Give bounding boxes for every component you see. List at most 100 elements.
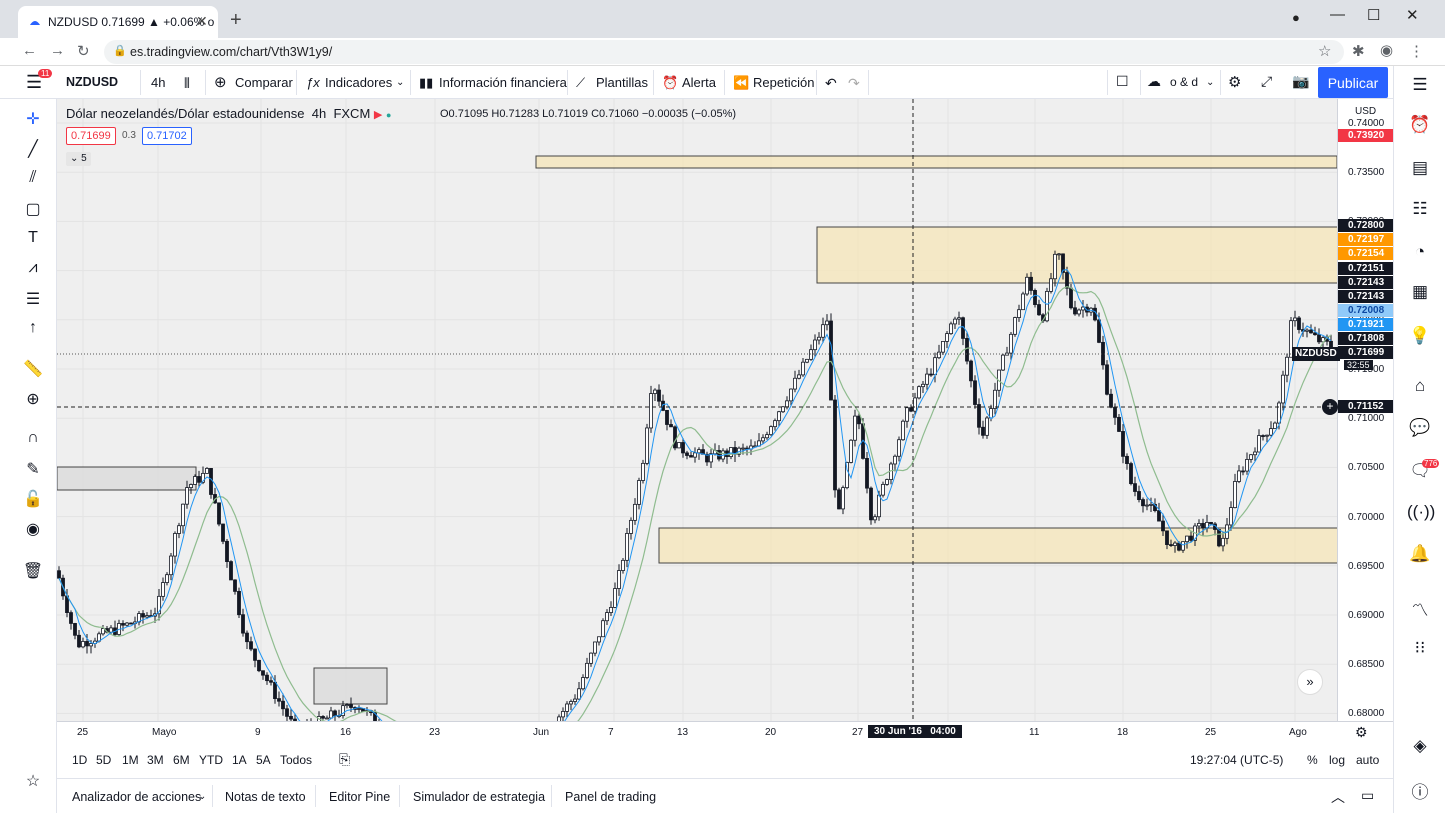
templates-button[interactable]: Plantillas (596, 75, 648, 90)
scroll-to-realtime-button[interactable]: » (1297, 669, 1323, 695)
time-axis[interactable]: 25Mayo91623Jun71320274111825Ago 30 Jun '… (57, 721, 1393, 743)
rectangle-icon[interactable]: ▢ (22, 199, 44, 221)
range-button[interactable]: 1D (72, 753, 87, 767)
trend-line-icon[interactable]: ╱ (22, 139, 44, 161)
financials-button[interactable]: Información financiera (439, 75, 567, 90)
chart-pane[interactable]: » (57, 99, 1337, 721)
time-tick-label: 23 (429, 727, 441, 738)
range-button[interactable]: 6M (173, 753, 190, 767)
bookmark-star-icon[interactable]: ☆ (1318, 42, 1331, 60)
candle (613, 588, 617, 608)
ideas-lightbulb-icon[interactable]: 💡 (1407, 326, 1433, 352)
redo-icon[interactable]: ↷ (848, 75, 860, 92)
axis-settings-gear-icon[interactable]: ⚙ (1355, 724, 1368, 741)
broadcast-icon[interactable]: ((·)) (1407, 502, 1435, 528)
range-button[interactable]: 1A (232, 753, 247, 767)
chevron-up-icon[interactable]: ︿ (1331, 787, 1345, 807)
tab-stock-screener[interactable]: Analizador de acciones (72, 790, 201, 804)
arrow-up-icon[interactable]: ↑ (22, 319, 44, 341)
undo-icon[interactable]: ↶ (825, 75, 837, 92)
percent-scale-toggle[interactable]: % (1307, 753, 1318, 767)
replay-button[interactable]: Repetición (753, 75, 814, 90)
publish-button[interactable]: Publicar (1318, 67, 1388, 98)
chevron-down-icon[interactable]: ⌄ (198, 791, 206, 802)
maximize-panel-icon[interactable]: ▭ (1361, 787, 1374, 804)
clock-label[interactable]: 19:27:04 (UTC-5) (1190, 753, 1283, 767)
text-icon[interactable]: T (22, 229, 44, 251)
layers-icon[interactable]: ◈ (1407, 736, 1433, 762)
go-to-date-icon[interactable]: ⎘ (339, 751, 350, 768)
range-button[interactable]: 5A (256, 753, 271, 767)
new-tab-icon[interactable]: + (230, 9, 242, 32)
indicators-button[interactable]: Indicadores (325, 75, 392, 90)
url-input[interactable]: 🔒 es.tradingview.com/chart/Vth3W1y9/ (104, 40, 1344, 64)
fullscreen-box-icon[interactable]: ☐ (1116, 73, 1129, 90)
browser-menu-icon[interactable]: ⋮ (1409, 42, 1424, 60)
auto-scale-toggle[interactable]: auto (1356, 753, 1379, 767)
range-button[interactable]: 1M (122, 753, 139, 767)
range-button[interactable]: 3M (147, 753, 164, 767)
maximize-icon[interactable]: ☐ (1367, 6, 1380, 24)
tab-trading-panel[interactable]: Panel de trading (565, 790, 656, 804)
chevron-down-icon[interactable]: ⌄ (396, 77, 404, 88)
profile-avatar-icon[interactable]: ◉ (1380, 41, 1393, 59)
range-button[interactable]: 5D (96, 753, 111, 767)
compare-button[interactable]: Comparar (235, 75, 293, 90)
data-window-icon[interactable]: ☷ (1407, 199, 1433, 225)
drawing-mode-icon[interactable]: ✎ (22, 459, 44, 481)
tab-text-notes[interactable]: Notas de texto (225, 790, 306, 804)
chevron-down-icon[interactable]: ⌄ (1206, 77, 1214, 88)
fullscreen-icon[interactable]: ⤢ (1261, 73, 1272, 90)
bid-price-box[interactable]: 0.71699 (66, 127, 116, 145)
crosshair-icon[interactable]: ✛ (22, 109, 44, 131)
add-alert-plus-icon[interactable]: + (1322, 399, 1338, 415)
pattern-icon[interactable]: ⩘ (22, 259, 44, 281)
alerts-clock-icon[interactable]: ⏰ (1407, 115, 1433, 141)
favorites-star-icon[interactable]: ☆ (22, 771, 44, 793)
news-icon[interactable]: ▤ (1407, 158, 1433, 184)
tab-title: NZDUSD 0.71699 ▲ +0.06% o & (48, 15, 218, 29)
ruler-icon[interactable]: 📏 (22, 359, 44, 381)
layout-name-button[interactable]: o & d (1170, 75, 1198, 89)
hotlist-icon[interactable]: ◔ (1407, 242, 1433, 268)
forward-icon[interactable]: → (50, 42, 65, 59)
interval-button[interactable]: 4h (151, 75, 165, 90)
close-tab-icon[interactable]: ✕ (196, 13, 208, 30)
profile-icon[interactable]: ● (1292, 10, 1300, 25)
streams-icon[interactable]: ⌂ (1407, 376, 1433, 402)
fib-icon[interactable]: ⫽ (22, 169, 44, 191)
calendar-icon[interactable]: ▦ (1407, 282, 1433, 308)
range-button[interactable]: YTD (199, 753, 223, 767)
log-scale-toggle[interactable]: log (1329, 753, 1345, 767)
flag-icon[interactable]: ▶ (374, 109, 382, 121)
tab-strategy-tester[interactable]: Simulador de estrategia (413, 790, 545, 804)
help-icon[interactable]: ⓘ (1407, 778, 1433, 804)
back-icon[interactable]: ← (22, 42, 37, 59)
alert-button[interactable]: Alerta (682, 75, 716, 90)
zoom-in-icon[interactable]: ⊕ (22, 389, 44, 411)
minimize-icon[interactable]: — (1330, 6, 1345, 23)
chat-icon[interactable]: 💬 (1407, 418, 1433, 444)
range-button[interactable]: Todos (280, 753, 312, 767)
dom-icon[interactable]: ⁝⁝ (1407, 638, 1433, 664)
close-window-icon[interactable]: ✕ (1406, 6, 1419, 24)
bar-style-icon[interactable]: ⫴ (184, 75, 190, 92)
watchlist-icon[interactable]: ☰ (1407, 75, 1433, 101)
reload-icon[interactable]: ↻ (77, 42, 90, 60)
browser-tab[interactable]: NZDUSD 0.71699 ▲ +0.06% o & (18, 6, 218, 38)
lock-drawings-icon[interactable]: 🔓 (22, 489, 44, 511)
extensions-icon[interactable]: ✱ (1352, 42, 1365, 60)
indicators-collapse-toggle[interactable]: ⌄ 5 (66, 152, 91, 166)
prediction-icon[interactable]: ☰ (22, 289, 44, 311)
trash-icon[interactable]: 🗑 (22, 561, 44, 583)
camera-icon[interactable]: 📷 (1292, 73, 1309, 90)
ask-price-box[interactable]: 0.71702 (142, 127, 192, 145)
tab-pine-editor[interactable]: Editor Pine (329, 790, 390, 804)
bell-icon[interactable]: 🔔 (1407, 544, 1433, 570)
eye-icon[interactable]: ◉ (22, 519, 44, 541)
price-axis[interactable]: USD 0.740000.735000.730000.725000.720000… (1292, 99, 1394, 721)
chart-trend-icon[interactable]: 〽 (1407, 596, 1433, 622)
symbol-search-button[interactable]: NZDUSD (66, 75, 118, 89)
settings-gear-icon[interactable]: ⚙ (1228, 73, 1241, 91)
magnet-icon[interactable]: ∩ (22, 429, 44, 451)
